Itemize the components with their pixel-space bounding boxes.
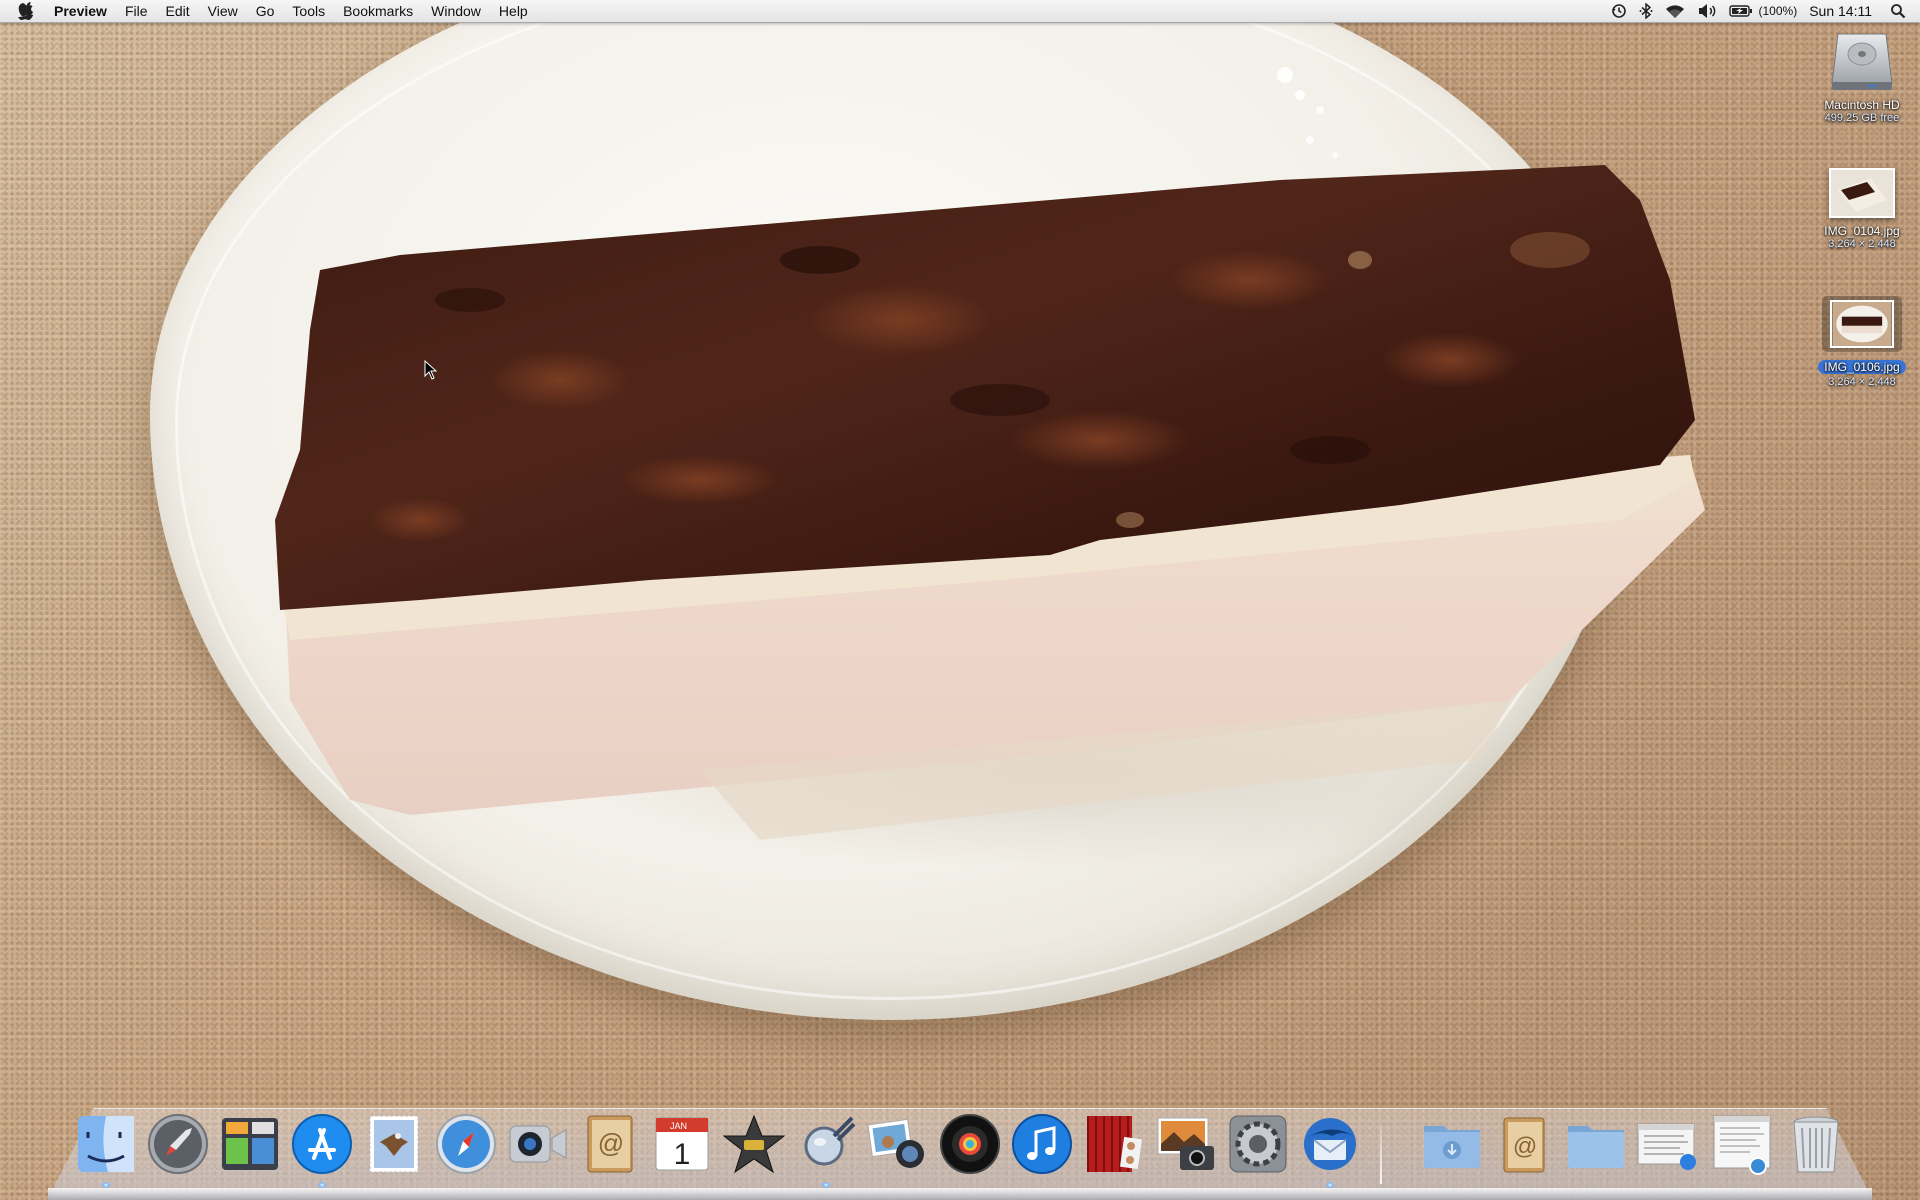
- dock-ical[interactable]: JAN 1: [650, 1112, 714, 1176]
- desktop-icon-sublabel: 3,264 × 2,448: [1828, 376, 1896, 388]
- svg-text:@: @: [598, 1128, 624, 1158]
- image-thumbnail-icon: [1829, 168, 1895, 218]
- dock-imovie[interactable]: [722, 1112, 786, 1176]
- dock-photo-booth[interactable]: [1082, 1112, 1146, 1176]
- photo-booth-icon: [1087, 1116, 1143, 1172]
- dock: @ JAN 1 @: [0, 1106, 1920, 1190]
- dock-downloads-stack[interactable]: [1420, 1112, 1484, 1176]
- menu-go[interactable]: Go: [247, 0, 284, 22]
- dock-stack-2[interactable]: [1710, 1112, 1774, 1176]
- dock-aperture[interactable]: [938, 1112, 1002, 1176]
- iphoto-icon: [867, 1118, 924, 1168]
- preview-icon: [804, 1116, 856, 1166]
- dock-thunderbird[interactable]: [1298, 1112, 1362, 1188]
- dock-iphoto[interactable]: [866, 1112, 930, 1176]
- dock-trash[interactable]: [1784, 1112, 1848, 1176]
- safari-icon: [436, 1114, 496, 1174]
- desktop-icon-img-0104[interactable]: IMG_0104.jpg 3,264 × 2,448: [1812, 168, 1912, 251]
- trash-icon: [1793, 1116, 1839, 1173]
- running-indicator: [102, 1182, 110, 1188]
- dock-safari[interactable]: [434, 1112, 498, 1176]
- dock-finder[interactable]: [74, 1112, 138, 1188]
- desktop-wallpaper: [0, 0, 1920, 1200]
- selection-highlight: [1822, 296, 1902, 352]
- dock-address-book-stack[interactable]: @: [1492, 1112, 1556, 1176]
- menu-bar: Preview File Edit View Go Tools Bookmark…: [0, 0, 1920, 23]
- thunderbird-icon: [1304, 1118, 1356, 1170]
- dock-documents-stack[interactable]: [1564, 1112, 1628, 1176]
- folder-icon: [1568, 1126, 1624, 1168]
- desktop-icon-label: Macintosh HD: [1824, 98, 1900, 112]
- address-book-icon: @: [587, 1115, 633, 1173]
- dock-document-stack[interactable]: [1636, 1112, 1700, 1176]
- address-book-icon: @: [1503, 1117, 1545, 1173]
- app-store-icon: [292, 1114, 352, 1174]
- dock-facetime[interactable]: [506, 1112, 570, 1176]
- menu-view[interactable]: View: [199, 0, 247, 22]
- dock-system-preferences[interactable]: [1226, 1112, 1290, 1176]
- menu-app-name[interactable]: Preview: [52, 0, 116, 22]
- finder-icon: [78, 1116, 134, 1172]
- dock-dashboard[interactable]: [218, 1112, 282, 1176]
- dock-address-book[interactable]: @: [578, 1112, 642, 1176]
- desktop-icon-img-0106[interactable]: IMG_0106.jpg 3,264 × 2,448: [1812, 296, 1912, 389]
- dock-app-store[interactable]: [290, 1112, 354, 1188]
- menu-status-area: (100%) Sun 14:11: [1611, 0, 1906, 22]
- itunes-icon: [1012, 1114, 1072, 1174]
- running-indicator: [822, 1182, 830, 1188]
- hard-drive-icon: [1831, 33, 1893, 90]
- imovie-star-icon: [722, 1114, 786, 1174]
- menu-window[interactable]: Window: [422, 0, 490, 22]
- wallpaper-cake: [275, 67, 1705, 840]
- menu-bookmarks[interactable]: Bookmarks: [334, 0, 422, 22]
- wifi-icon[interactable]: [1665, 3, 1685, 19]
- dashboard-icon: [222, 1118, 278, 1170]
- desktop-icon-sublabel: 499.25 GB free: [1824, 112, 1900, 124]
- battery-percentage: (100%): [1758, 4, 1798, 18]
- dock-launchpad[interactable]: [146, 1112, 210, 1176]
- menu-tools[interactable]: Tools: [283, 0, 334, 22]
- desktop-icon-sublabel: 3,264 × 2,448: [1828, 238, 1896, 250]
- image-capture-icon: [1157, 1117, 1214, 1170]
- bluetooth-icon[interactable]: [1639, 3, 1653, 19]
- downloads-folder-icon: [1424, 1126, 1480, 1168]
- facetime-icon: [509, 1125, 567, 1163]
- launchpad-icon: [148, 1114, 208, 1174]
- menu-file[interactable]: File: [116, 0, 157, 22]
- dock-mail[interactable]: [362, 1112, 426, 1176]
- menu-edit[interactable]: Edit: [157, 0, 199, 22]
- mouse-cursor-icon: [424, 360, 438, 380]
- document-window-icon: [1713, 1115, 1771, 1175]
- dock-preview[interactable]: [794, 1112, 858, 1188]
- desktop-icon-macintosh-hd[interactable]: Macintosh HD 499.25 GB free: [1812, 28, 1912, 125]
- desktop-icon-label: IMG_0104.jpg: [1824, 224, 1900, 238]
- time-machine-icon[interactable]: [1611, 3, 1627, 19]
- running-indicator: [1326, 1182, 1334, 1188]
- system-preferences-icon: [1229, 1115, 1287, 1173]
- apple-menu-icon[interactable]: [18, 2, 38, 20]
- dock-image-capture[interactable]: [1154, 1112, 1218, 1176]
- battery-icon[interactable]: [1728, 4, 1753, 18]
- document-window-icon: [1637, 1123, 1696, 1170]
- ical-month: JAN: [670, 1121, 687, 1131]
- spotlight-icon[interactable]: [1890, 3, 1906, 19]
- calendar-icon: JAN 1: [655, 1117, 709, 1171]
- dock-itunes[interactable]: [1010, 1112, 1074, 1176]
- image-thumbnail-icon: [1830, 300, 1894, 348]
- desktop-icon-label: IMG_0106.jpg: [1818, 360, 1906, 374]
- svg-text:@: @: [1513, 1133, 1537, 1160]
- mail-stamp-icon: [369, 1115, 419, 1173]
- ical-day: 1: [674, 1138, 691, 1171]
- aperture-icon: [940, 1114, 1000, 1174]
- dock-separator: [1380, 1126, 1382, 1184]
- volume-icon[interactable]: [1697, 3, 1717, 19]
- menu-help[interactable]: Help: [490, 0, 537, 22]
- running-indicator: [318, 1182, 326, 1188]
- menu-clock[interactable]: Sun 14:11: [1809, 3, 1872, 19]
